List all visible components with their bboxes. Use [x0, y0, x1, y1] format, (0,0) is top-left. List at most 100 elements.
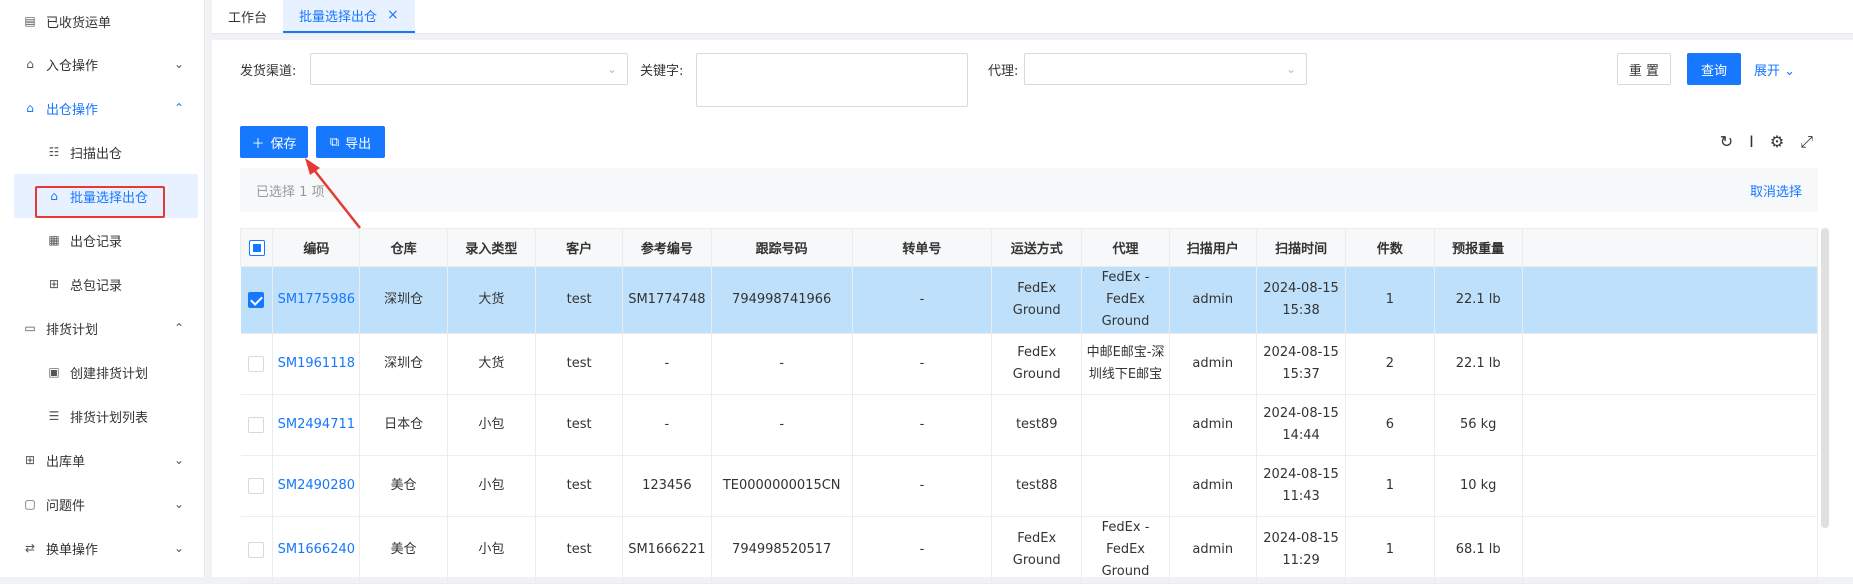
channel-select[interactable]: ⌄	[310, 53, 628, 85]
row-checkbox[interactable]	[248, 541, 265, 558]
row-select-cell[interactable]	[240, 455, 274, 517]
sidebar-item-label: 换单操作	[46, 542, 99, 558]
sidebar-item-inbound[interactable]: ⌂ 入仓操作 ⌄	[0, 42, 204, 86]
table-cell: admin	[1169, 516, 1257, 584]
select-all-cell[interactable]	[239, 228, 274, 267]
table-row[interactable]: SM2494711 日本仓 小包 test - - - test89 admin 2024-08-…	[240, 394, 1819, 456]
table-cell: test	[535, 516, 624, 584]
fullscreen-icon[interactable]: ⤢	[1800, 132, 1813, 152]
list-icon: ▤	[24, 14, 36, 28]
keyword-input[interactable]	[696, 53, 968, 107]
keyword-label: 关键字:	[640, 64, 684, 79]
export-button[interactable]: ⧉ 导出	[316, 126, 385, 158]
sidebar-item-plan-list[interactable]: ☰ 排货计划列表	[0, 394, 204, 438]
row-checkbox[interactable]	[248, 477, 265, 494]
column-header: 扫描用户	[1168, 228, 1257, 267]
row-checkbox[interactable]	[248, 291, 265, 308]
chevron-down-icon: ⌄	[173, 453, 184, 467]
select-all-checkbox[interactable]	[248, 239, 265, 256]
code-link[interactable]: SM1666240	[272, 516, 361, 584]
cancel-selection-link[interactable]: 取消选择	[1750, 181, 1802, 200]
table-cell: 小包	[447, 455, 537, 517]
table-cell: 2024-08-15 15:37	[1256, 333, 1347, 395]
sidebar-item-outbound-order[interactable]: ⊞ 出库单 ⌄	[0, 438, 204, 482]
table-row[interactable]: SM1666240 美仓 小包 test SM1666221 794998520517- F…	[240, 516, 1819, 584]
vertical-scrollbar[interactable]	[1821, 228, 1829, 528]
table-cell: 深圳仓	[359, 266, 448, 334]
chevron-down-icon: ⌄	[173, 541, 184, 555]
table-cell: 深圳仓	[359, 333, 448, 395]
tab-label: 批量选择出仓	[299, 9, 378, 25]
sidebar-item-create-plan[interactable]: ▣ 创建排货计划	[0, 350, 204, 394]
table-cell: SM1666221	[622, 516, 712, 584]
table-cell-filler	[1522, 333, 1819, 395]
query-button[interactable]: 查询	[1687, 53, 1741, 85]
sidebar-item-received[interactable]: ▤ 已收货运单	[0, 0, 204, 42]
table-cell: -	[852, 394, 993, 456]
table-cell: -	[852, 516, 993, 584]
code-link[interactable]: SM1775986	[272, 266, 361, 334]
column-header: 参考编号	[622, 228, 712, 267]
sidebar-item-out-record[interactable]: ▦ 出仓记录	[0, 218, 204, 262]
refresh-icon[interactable]: ↻	[1720, 132, 1733, 152]
sidebar-item-label: 扫描出仓	[70, 146, 123, 162]
sidebar-item-batch-out[interactable]: ⌂ 批量选择出仓	[14, 174, 198, 218]
table-cell: FedEx Ground	[991, 516, 1083, 584]
row-select-cell[interactable]	[240, 516, 274, 584]
text-height-icon[interactable]: Ⅰ	[1749, 132, 1754, 152]
table-cell: -	[711, 333, 853, 395]
table-cell: test	[535, 333, 624, 395]
table-cell: admin	[1169, 455, 1257, 517]
table-cell	[1081, 455, 1170, 517]
row-checkbox[interactable]	[248, 355, 265, 372]
sidebar: ▤ 已收货运单 ⌂ 入仓操作 ⌄ ⌂ 出仓操作 ⌃ ☷ 扫描出仓 ⌂ 批量选择出…	[0, 0, 205, 577]
column-header: 客户	[534, 228, 624, 267]
table-header-row: 编码 仓库 录入类型 客户 参考编号 跟踪号码 转单号 运送方式 代理 扫描用户…	[239, 228, 1819, 267]
table-cell-filler	[1522, 394, 1819, 456]
sidebar-item-label: 排货计划列表	[70, 410, 149, 426]
table-cell: test89	[991, 394, 1083, 456]
sidebar-item-package-record[interactable]: ⊞ 总包记录	[0, 262, 204, 306]
row-select-cell[interactable]	[240, 333, 274, 395]
table-cell: 6	[1345, 394, 1435, 456]
table-cell: 美仓	[359, 455, 448, 517]
sidebar-item-label: 总包记录	[70, 278, 123, 294]
save-button[interactable]: ＋ 保存	[240, 126, 308, 158]
table-cell: test	[535, 455, 624, 517]
code-link[interactable]: SM1961118	[272, 333, 361, 395]
reset-button[interactable]: 重 置	[1617, 53, 1671, 85]
table-row[interactable]: SM2490280 美仓 小包 test 123456 TE0000000015CN - te…	[240, 455, 1819, 517]
table-cell: 2	[1345, 333, 1435, 395]
tab-batch-out[interactable]: 批量选择出仓 ×	[283, 0, 415, 33]
expand-link[interactable]: 展开 ⌄	[1754, 60, 1795, 79]
sidebar-item-swap[interactable]: ⇄ 换单操作 ⌄	[0, 526, 204, 570]
code-link[interactable]: SM2490280	[272, 455, 361, 517]
gear-icon[interactable]: ⚙	[1770, 132, 1784, 152]
main-content: ＋ 保存 ⧉ 导出 ↻ Ⅰ ⚙ ⤢ 已选择 1 项 取消选择 编码 仓库 录入类…	[212, 118, 1853, 584]
row-select-cell[interactable]	[240, 266, 274, 334]
column-header-filler	[1521, 228, 1819, 267]
home-icon: ⌂	[50, 189, 58, 203]
sidebar-item-outbound[interactable]: ⌂ 出仓操作 ⌃	[0, 86, 204, 130]
agent-select[interactable]: ⌄	[1024, 53, 1307, 85]
sidebar-item-plan[interactable]: ▭ 排货计划 ⌃	[0, 306, 204, 350]
table-cell: 68.1 lb	[1434, 516, 1523, 584]
close-icon[interactable]: ×	[387, 7, 399, 23]
row-select-cell[interactable]	[240, 394, 274, 456]
sidebar-item-problem[interactable]: ▢ 问题件 ⌄	[0, 482, 204, 526]
sidebar-item-label: 出库单	[46, 454, 86, 470]
row-checkbox[interactable]	[248, 416, 265, 433]
sidebar-item-scan-out[interactable]: ☷ 扫描出仓	[0, 130, 204, 174]
column-header: 编码	[272, 228, 361, 267]
tab-workbench[interactable]: 工作台	[212, 0, 283, 33]
table-cell-filler	[1522, 266, 1819, 334]
table-cell: FedEx -FedEx Ground	[1081, 516, 1170, 584]
table-cell: 2024-08-15 11:43	[1256, 455, 1347, 517]
code-link[interactable]: SM2494711	[272, 394, 361, 456]
column-header: 预报重量	[1433, 228, 1523, 267]
sidebar-item-label: 批量选择出仓	[70, 190, 149, 206]
plus-icon: ＋	[251, 136, 265, 152]
table-cell: SM1774748	[622, 266, 712, 334]
table-row[interactable]: SM1775986 深圳仓 大货 test SM1774748 794998741966-…	[240, 266, 1819, 334]
table-row[interactable]: SM1961118 深圳仓 大货 test - - - FedEx Ground 中邮E邮宝-深…	[240, 333, 1819, 395]
